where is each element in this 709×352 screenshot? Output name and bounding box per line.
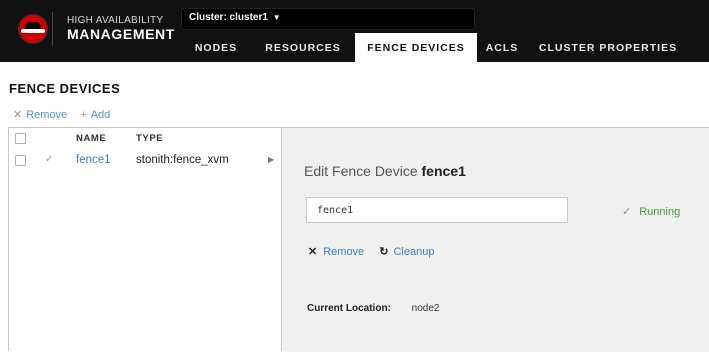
detail-panel: Edit Fence Device fence1 ✓ Running ✕ Remov…: [282, 127, 709, 352]
detail-title-name: fence1: [421, 163, 466, 179]
status-text: Running: [639, 206, 681, 218]
device-type: stonith:fence_xvm: [136, 154, 229, 166]
list-item[interactable]: ✓ fence1 stonith:fence_xvm ▶: [9, 148, 281, 172]
chevron-right-icon: ▶: [268, 155, 275, 164]
refresh-icon: ↻: [379, 246, 389, 258]
brand-title-top: HIGH AVAILABILITY: [67, 15, 164, 26]
cleanup-link[interactable]: Cleanup: [393, 246, 434, 258]
checkmark-icon: ✓: [622, 206, 632, 218]
fence-device-list: NAME TYPE ✓ fence1 stonith:fence_xvm ▶: [8, 127, 282, 351]
header-divider: [52, 12, 53, 46]
chevron-down-icon: ▼: [272, 13, 281, 22]
detail-remove-link[interactable]: Remove: [323, 246, 364, 258]
detail-title: Edit Fence Device fence1: [304, 163, 466, 179]
detail-title-prefix: Edit Fence Device: [304, 163, 418, 179]
cluster-selector[interactable]: Cluster: cluster1 ▼: [181, 8, 475, 30]
remove-link[interactable]: Remove: [26, 109, 67, 121]
row-checkbox[interactable]: [15, 155, 26, 166]
close-icon: ✕: [13, 109, 23, 121]
location-label: Current Location:: [307, 303, 391, 314]
detail-actions: ✕ Remove ↻ Cleanup: [308, 245, 434, 258]
column-name: NAME: [76, 133, 107, 144]
current-location: Current Location: node2: [307, 303, 439, 314]
add-link[interactable]: Add: [91, 109, 111, 121]
checkmark-icon: ✓: [45, 154, 54, 165]
tab-acls[interactable]: ACLS: [477, 33, 527, 62]
plus-icon: +: [80, 109, 87, 121]
status-indicator: ✓ Running: [622, 205, 680, 218]
redhat-logo: [18, 14, 48, 44]
tab-resources[interactable]: RESOURCES: [251, 33, 355, 62]
select-all-checkbox[interactable]: [15, 133, 26, 144]
tab-fence-devices[interactable]: FENCE DEVICES: [355, 33, 477, 62]
location-value: node2: [411, 303, 440, 314]
page-title: FENCE DEVICES: [9, 81, 121, 96]
device-name-field[interactable]: [306, 197, 568, 223]
device-name[interactable]: fence1: [76, 154, 111, 166]
list-header: NAME TYPE: [9, 128, 281, 147]
column-type: TYPE: [136, 133, 164, 144]
tab-nodes[interactable]: NODES: [181, 33, 251, 62]
brand-title-bottom: MANAGEMENT: [67, 26, 175, 42]
tab-cluster-properties[interactable]: CLUSTER PROPERTIES: [527, 33, 689, 62]
cluster-selector-label: Cluster: cluster1: [189, 12, 268, 23]
list-actions: ✕ Remove + Add: [13, 108, 110, 121]
close-icon: ✕: [308, 246, 318, 258]
top-header: HIGH AVAILABILITY MANAGEMENT Cluster: cl…: [0, 0, 709, 62]
